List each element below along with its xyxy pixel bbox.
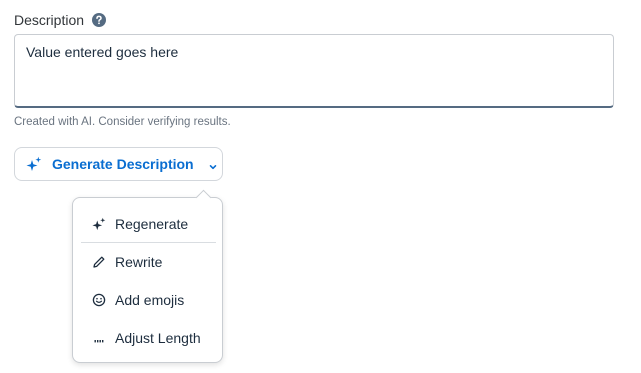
generate-options-menu: Regenerate Rewrite Add emojis Adjust Len… — [72, 189, 223, 363]
generate-description-label: Generate Description — [52, 156, 194, 172]
menu-item-regenerate[interactable]: Regenerate — [73, 206, 222, 242]
ai-disclaimer-text: Created with AI. Consider verifying resu… — [14, 116, 231, 128]
description-panel: Description Value entered goes here Crea… — [0, 0, 641, 373]
menu-pointer — [195, 189, 212, 206]
help-circle-icon[interactable] — [92, 13, 107, 27]
description-textarea[interactable]: Value entered goes here — [14, 34, 614, 108]
generate-description-button[interactable]: Generate Description — [14, 147, 223, 181]
menu-item-rewrite[interactable]: Rewrite — [73, 244, 222, 280]
description-label: Description — [14, 12, 107, 28]
menu-divider — [81, 242, 216, 243]
menu-item-label: Regenerate — [115, 216, 189, 232]
description-value: Value entered goes here — [26, 44, 179, 60]
dots-icon — [92, 331, 106, 345]
chevron-down-icon[interactable] — [208, 159, 218, 170]
menu-item-add-emojis[interactable]: Add emojis — [73, 282, 222, 318]
menu-item-label: Rewrite — [115, 254, 163, 270]
menu-item-label: Add emojis — [115, 292, 185, 308]
smiley-icon — [92, 293, 106, 307]
menu-item-label: Adjust Length — [115, 330, 201, 346]
description-label-text: Description — [14, 12, 85, 28]
menu-item-adjust-length[interactable]: Adjust Length — [73, 320, 222, 356]
pencil-icon — [92, 255, 106, 269]
sparkle-icon — [92, 217, 106, 231]
sparkle-icon — [26, 156, 42, 172]
